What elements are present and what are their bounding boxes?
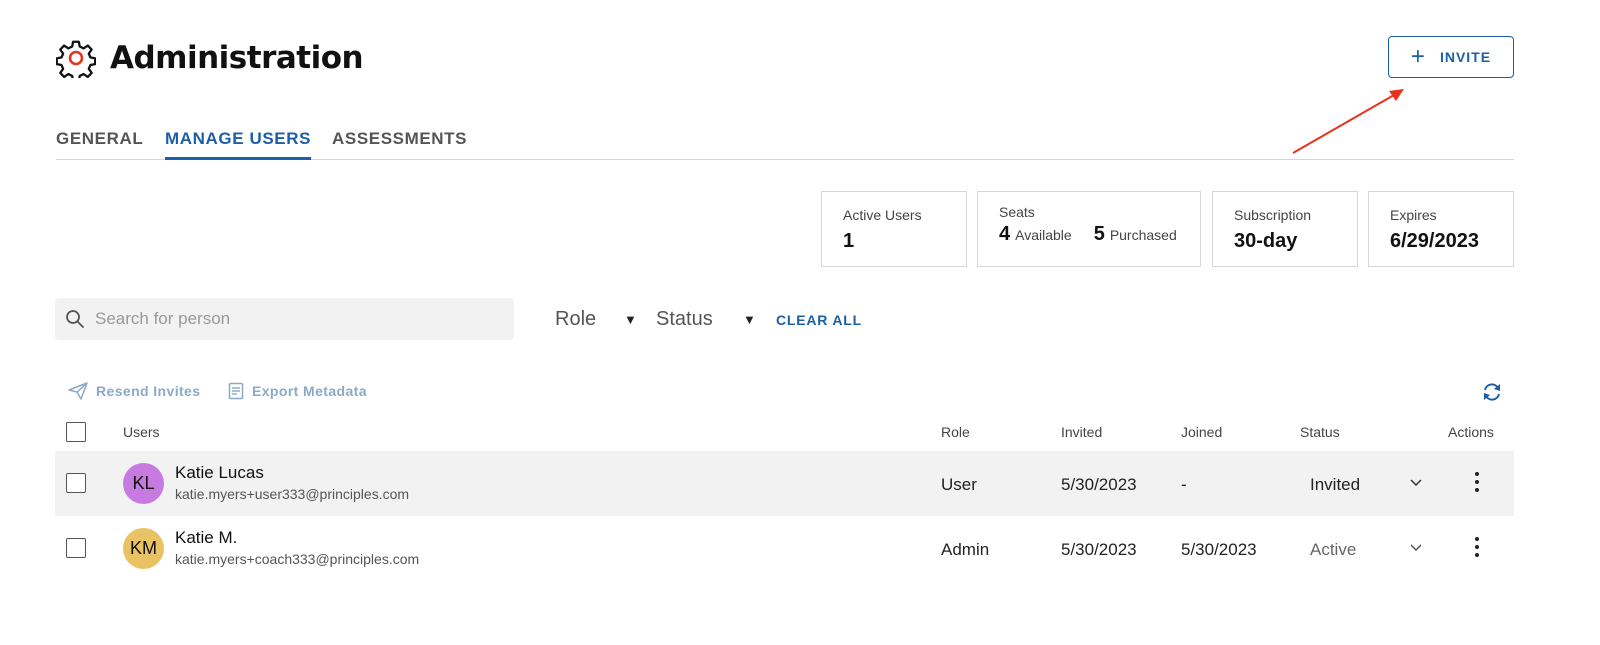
paper-plane-icon — [68, 382, 88, 400]
column-header-joined: Joined — [1181, 424, 1223, 440]
active-users-value: 1 — [843, 230, 855, 252]
user-status: Active — [1310, 540, 1357, 559]
chevron-down-icon[interactable] — [1409, 473, 1423, 493]
active-users-label: Active Users — [843, 207, 922, 223]
page-title: Administration — [110, 40, 364, 76]
tab-manage-users[interactable]: MANAGE USERS — [165, 129, 312, 160]
row-checkbox[interactable] — [66, 538, 86, 558]
caret-down-icon: ▼ — [624, 312, 637, 327]
status-filter-label: Status — [656, 308, 713, 330]
seats-card: Seats 4 Available 5 Purchased — [977, 191, 1201, 267]
plus-icon: + — [1410, 43, 1426, 70]
avatar: KM — [123, 528, 164, 569]
user-email: katie.myers+user333@principles.com — [175, 486, 410, 502]
status-filter-dropdown[interactable]: Status ▼ — [656, 308, 760, 331]
clear-all-button[interactable]: CLEAR ALL — [776, 312, 862, 328]
table-row[interactable]: KM Katie M. katie.myers+coach333@princip… — [55, 516, 1514, 581]
user-name: Katie M. — [175, 528, 238, 547]
column-header-actions: Actions — [1448, 424, 1494, 440]
user-joined-date: 5/30/2023 — [1181, 540, 1257, 559]
row-checkbox[interactable] — [66, 473, 86, 493]
more-actions-icon[interactable] — [1474, 537, 1480, 561]
seats-purchased-label: Purchased — [1109, 227, 1177, 243]
more-actions-icon[interactable] — [1474, 472, 1480, 496]
user-role: Admin — [941, 540, 990, 559]
export-metadata-label: Export Metadata — [252, 383, 367, 399]
resend-invites-label: Resend Invites — [96, 383, 201, 399]
tab-assessments[interactable]: ASSESSMENTS — [332, 129, 467, 160]
seats-label: Seats — [999, 204, 1035, 220]
user-joined-date: - — [1181, 475, 1187, 494]
chevron-down-icon[interactable] — [1409, 538, 1423, 558]
seats-purchased-value: 5 — [1093, 223, 1105, 245]
subscription-value: 30-day — [1234, 230, 1298, 252]
column-header-invited: Invited — [1061, 424, 1103, 440]
user-role: User — [941, 475, 977, 494]
user-invited-date: 5/30/2023 — [1061, 475, 1137, 494]
seats-values: 4 Available 5 Purchased — [999, 223, 1179, 246]
user-invited-date: 5/30/2023 — [1061, 540, 1137, 559]
tab-bar: GENERAL MANAGE USERS ASSESSMENTS — [56, 126, 1514, 160]
active-users-card: Active Users 1 — [821, 191, 967, 267]
user-status: Invited — [1310, 475, 1361, 494]
user-name: Katie Lucas — [175, 463, 264, 482]
column-header-users: Users — [123, 424, 160, 440]
expires-card: Expires 6/29/2023 — [1368, 191, 1514, 267]
invite-button[interactable]: + INVITE — [1388, 36, 1514, 78]
select-all-checkbox[interactable] — [66, 422, 86, 442]
table-row[interactable]: KL Katie Lucas katie.myers+user333@princ… — [55, 451, 1514, 516]
search-icon — [66, 310, 84, 328]
document-icon — [228, 382, 244, 400]
search-input[interactable] — [95, 309, 475, 329]
resend-invites-button[interactable]: Resend Invites — [68, 382, 200, 400]
role-filter-dropdown[interactable]: Role ▼ — [555, 308, 645, 331]
column-header-role: Role — [941, 424, 970, 440]
caret-down-icon: ▼ — [743, 312, 756, 327]
search-box — [55, 298, 514, 340]
expires-label: Expires — [1390, 207, 1437, 223]
tab-general[interactable]: GENERAL — [56, 129, 143, 160]
expires-value: 6/29/2023 — [1390, 230, 1479, 252]
user-email: katie.myers+coach333@principles.com — [175, 551, 420, 567]
seats-available-label: Available — [1015, 227, 1072, 243]
column-header-status: Status — [1300, 424, 1340, 440]
refresh-icon[interactable] — [1481, 382, 1503, 402]
seats-available-value: 4 — [999, 223, 1011, 245]
invite-button-label: INVITE — [1439, 49, 1492, 65]
role-filter-label: Role — [555, 308, 597, 330]
subscription-card: Subscription 30-day — [1212, 191, 1358, 267]
gear-icon — [56, 40, 96, 78]
export-metadata-button[interactable]: Export Metadata — [228, 382, 367, 400]
page-header: Administration — [56, 38, 364, 78]
subscription-label: Subscription — [1234, 207, 1312, 223]
avatar: KL — [123, 463, 164, 504]
